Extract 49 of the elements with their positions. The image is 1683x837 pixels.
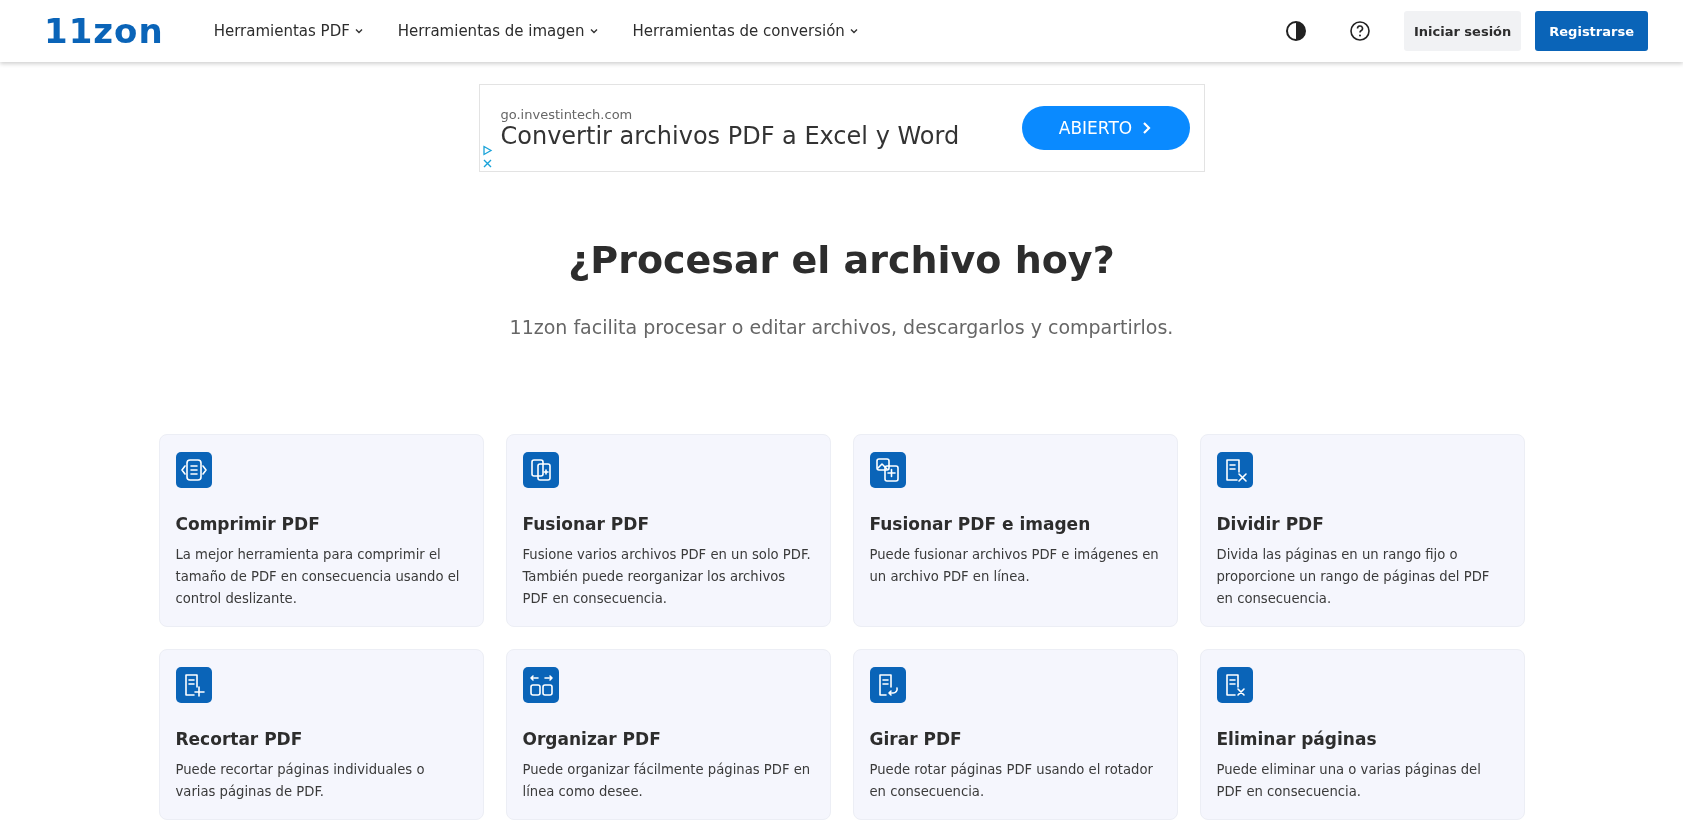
tool-description: Puede organizar fácilmente páginas PDF en línea como desee. bbox=[522, 761, 812, 801]
nav-menu-item[interactable]: Herramientas de imagen bbox=[397, 22, 599, 40]
ad-domain: go.investintech.com bbox=[500, 106, 634, 122]
nav-menu-item[interactable]: Herramientas PDF bbox=[213, 22, 364, 40]
tool-title: Fusionar PDF bbox=[522, 514, 651, 534]
chevron-down-icon bbox=[353, 26, 364, 36]
crop-tool-icon bbox=[175, 667, 212, 703]
site-logo[interactable]: 11zon bbox=[44, 11, 164, 51]
tool-description: Divida las páginas en un rango fijo o proporcione un rango de páginas del PDF en consecuencia. bbox=[1216, 546, 1491, 608]
tool-card[interactable]: Dividir PDF Divida las páginas en un rango fijo o proporcione un rango de páginas del PDF en consecuencia. bbox=[1199, 434, 1525, 627]
tool-title: Fusionar PDF e imagen bbox=[869, 514, 1092, 534]
merge-image-tool-icon bbox=[869, 452, 906, 488]
login-button[interactable]: Iniciar sesión bbox=[1403, 11, 1522, 51]
ad-banner[interactable]: go.investintech.com Convertir archivos PDF a Excel y Word ABIERTO bbox=[478, 84, 1205, 172]
tool-title: Dividir PDF bbox=[1216, 514, 1325, 534]
page-subtitle: 11zon facilita procesar o editar archivos, descargarlos y compartirlos. bbox=[508, 316, 1175, 338]
tool-title: Comprimir PDF bbox=[175, 514, 321, 534]
tool-title: Girar PDF bbox=[869, 729, 963, 749]
tool-card[interactable]: Organizar PDF Puede organizar fácilmente páginas PDF en línea como desee. bbox=[505, 649, 831, 820]
nav-menu-item[interactable]: Herramientas de conversión bbox=[632, 22, 859, 40]
rotate-tool-icon bbox=[869, 667, 906, 703]
tool-card[interactable]: Fusionar PDF Fusione varios archivos PDF en un solo PDF. También puede reorganizar los archivos PDF en consecuencia. bbox=[505, 434, 831, 627]
page-heading: ¿Procesar el archivo hoy? bbox=[567, 238, 1116, 282]
tool-description: Fusione varios archivos PDF en un solo PDF. También puede reorganizar los archivos PDF en consecuencia. bbox=[522, 546, 812, 608]
tool-description: Puede recortar páginas individuales o varias páginas de PDF. bbox=[175, 761, 426, 801]
compress-tool-icon bbox=[175, 452, 212, 488]
tool-title: Recortar PDF bbox=[175, 729, 304, 749]
tool-card[interactable]: Fusionar PDF e imagen Puede fusionar archivos PDF e imágenes en un archivo PDF en línea. bbox=[852, 434, 1178, 627]
tool-title: Organizar PDF bbox=[522, 729, 662, 749]
chevron-down-icon bbox=[588, 26, 599, 36]
ad-headline[interactable]: Convertir archivos PDF a Excel y Word bbox=[500, 121, 1022, 150]
tool-title: Eliminar páginas bbox=[1216, 729, 1378, 749]
chevron-right-icon bbox=[1142, 121, 1153, 135]
split-tool-icon bbox=[1216, 452, 1253, 488]
tool-description: Puede rotar páginas PDF usando el rotador en consecuencia. bbox=[869, 761, 1154, 801]
merge-tool-icon bbox=[522, 452, 559, 488]
close-icon[interactable] bbox=[481, 158, 493, 169]
tool-card[interactable]: Comprimir PDF La mejor herramienta para comprimir el tamaño de PDF en consecuencia usando el control deslizante. bbox=[158, 434, 484, 627]
organize-tool-icon bbox=[522, 667, 559, 703]
ad-choices-icon[interactable] bbox=[481, 145, 493, 156]
tool-description: Puede eliminar una o varias páginas del PDF en consecuencia. bbox=[1216, 761, 1482, 801]
chevron-down-icon bbox=[848, 26, 859, 36]
tool-card[interactable]: Recortar PDF Puede recortar páginas individuales o varias páginas de PDF. bbox=[158, 649, 484, 820]
delete-tool-icon bbox=[1216, 667, 1253, 703]
tool-card[interactable]: Girar PDF Puede rotar páginas PDF usando el rotador en consecuencia. bbox=[852, 649, 1178, 820]
tool-card[interactable]: Eliminar páginas Puede eliminar una o varias páginas del PDF en consecuencia. bbox=[1199, 649, 1525, 820]
register-button[interactable]: Registrarse bbox=[1535, 11, 1648, 51]
tool-description: Puede fusionar archivos PDF e imágenes en un archivo PDF en línea. bbox=[869, 546, 1160, 586]
tool-description: La mejor herramienta para comprimir el tamaño de PDF en consecuencia usando el control deslizante. bbox=[175, 546, 461, 608]
